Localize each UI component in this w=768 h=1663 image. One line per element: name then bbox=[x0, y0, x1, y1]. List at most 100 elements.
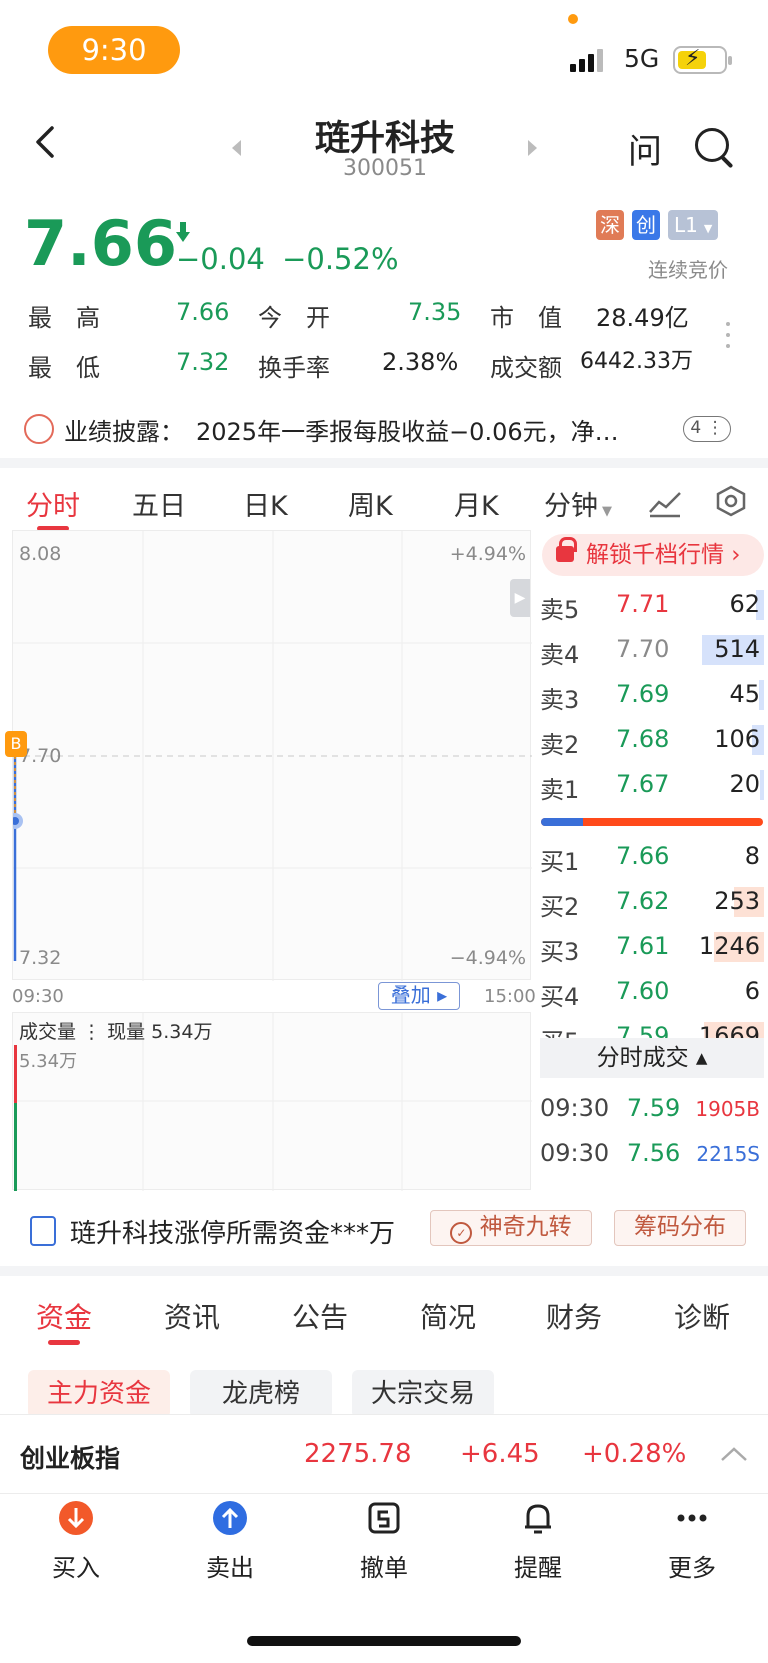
prev-stock-icon[interactable] bbox=[232, 140, 241, 156]
collapse-panel-icon[interactable]: ▶ bbox=[510, 579, 530, 617]
tab-daily-k[interactable]: 日K bbox=[243, 484, 288, 523]
notice-count[interactable]: 4 ⋮ bbox=[683, 416, 731, 442]
buy-icon bbox=[59, 1501, 93, 1535]
volume-title: 成交量 ⋮ 现量 5.34万 bbox=[19, 1021, 213, 1043]
board-badge: 创 bbox=[632, 210, 660, 240]
volume-chart[interactable]: 成交量 ⋮ 现量 5.34万 5.34万 bbox=[12, 1012, 532, 1191]
sell-button[interactable]: 卖出 bbox=[180, 1500, 280, 1583]
pct-axis-high: +4.94% bbox=[449, 543, 526, 565]
bid-row[interactable]: 买5 7.59 1669 bbox=[540, 1018, 764, 1038]
index-value: 2275.78 bbox=[304, 1439, 412, 1469]
tab-funds[interactable]: 资金 bbox=[36, 1296, 92, 1336]
status-time: 9:30 bbox=[48, 26, 180, 74]
ask-row[interactable]: 卖4 7.70 514 bbox=[540, 631, 764, 671]
tab-five-day[interactable]: 五日 bbox=[132, 484, 186, 523]
chart-style-icon[interactable] bbox=[648, 488, 682, 518]
chip-distribution-button[interactable]: 筹码分布 bbox=[614, 1210, 746, 1246]
y-axis-low: 7.32 bbox=[19, 947, 62, 969]
ask-row[interactable]: 卖3 7.69 45 bbox=[540, 676, 764, 716]
battery-icon: ⚡ bbox=[673, 46, 732, 74]
limit-up-capital-text[interactable]: 琏升科技涨停所需资金***万 bbox=[70, 1213, 395, 1250]
magic-nine-button[interactable]: ✓ 神奇九转 bbox=[430, 1210, 592, 1246]
bottom-tab-underline bbox=[48, 1340, 80, 1345]
buy-button[interactable]: 买入 bbox=[26, 1500, 126, 1583]
chip-dragon-tiger[interactable]: 龙虎榜 bbox=[190, 1370, 332, 1418]
next-stock-icon[interactable] bbox=[528, 140, 537, 156]
high-label: 最 高 bbox=[28, 304, 100, 332]
sell-icon bbox=[213, 1501, 247, 1535]
tab-weekly-k[interactable]: 周K bbox=[348, 484, 393, 523]
y-axis-high: 8.08 bbox=[19, 543, 62, 565]
bid-row[interactable]: 买3 7.61 1246 bbox=[540, 928, 764, 968]
ask-row[interactable]: 卖5 7.71 62 bbox=[540, 586, 764, 626]
open-value: 7.35 bbox=[408, 298, 462, 326]
cancel-order-button[interactable]: 撤单 bbox=[334, 1500, 434, 1583]
price-change: −0.04 −0.52% bbox=[176, 242, 399, 276]
tab-finance[interactable]: 财务 bbox=[546, 1296, 602, 1336]
home-indicator[interactable] bbox=[247, 1636, 521, 1646]
market-cap-value: 28.49亿 bbox=[596, 304, 689, 332]
signal-icon bbox=[570, 44, 603, 72]
overlay-button[interactable]: 叠加 ▸ bbox=[378, 982, 460, 1010]
settings-icon[interactable] bbox=[714, 484, 748, 518]
open-label: 今 开 bbox=[258, 304, 330, 332]
bid-row-clipped[interactable]: 买5 7.59 1669 bbox=[540, 1018, 764, 1038]
alert-button[interactable]: 提醒 bbox=[488, 1500, 588, 1583]
chip-block-trade[interactable]: 大宗交易 bbox=[352, 1370, 494, 1418]
search-icon[interactable] bbox=[695, 128, 729, 162]
divider bbox=[0, 458, 768, 468]
high-value: 7.66 bbox=[176, 298, 230, 326]
lock-icon bbox=[556, 537, 577, 562]
low-value: 7.32 bbox=[176, 348, 230, 376]
tab-profile[interactable]: 简况 bbox=[420, 1296, 476, 1336]
more-stats-icon[interactable] bbox=[726, 322, 730, 355]
turnover-value: 2.38% bbox=[382, 348, 459, 376]
trade-row: 09:30 7.56 2215S bbox=[540, 1139, 760, 1167]
cancel-order-icon bbox=[368, 1502, 400, 1534]
ask-button[interactable]: 问 bbox=[628, 124, 662, 173]
back-icon[interactable] bbox=[32, 122, 60, 173]
stock-code: 300051 bbox=[343, 156, 427, 181]
notice-text[interactable]: 2025年一季报每股收益−0.06元，净… bbox=[196, 412, 656, 447]
x-axis-end: 15:00 bbox=[484, 986, 536, 1007]
turnover-label: 换手率 bbox=[258, 354, 330, 382]
bid-row[interactable]: 买1 7.66 8 bbox=[540, 838, 764, 878]
chip-main-funds[interactable]: 主力资金 bbox=[28, 1370, 170, 1418]
notice-icon bbox=[24, 414, 54, 444]
divider bbox=[0, 1266, 768, 1276]
tab-announcements[interactable]: 公告 bbox=[292, 1296, 348, 1336]
bid-row[interactable]: 买4 7.60 6 bbox=[540, 973, 764, 1013]
amount-value: 6442.33万 bbox=[580, 349, 693, 374]
tab-minute[interactable]: 分钟 ▼ bbox=[544, 484, 612, 523]
index-ticker-bar[interactable]: 创业板指 2275.78 +6.45 +0.28% bbox=[0, 1414, 768, 1494]
tab-monthly-k[interactable]: 月K bbox=[454, 484, 499, 523]
stock-name: 琏升科技 bbox=[314, 119, 455, 159]
market-badge: 深 bbox=[596, 210, 624, 240]
index-name: 创业板指 bbox=[20, 1444, 121, 1473]
buy-marker[interactable]: B bbox=[5, 731, 27, 757]
bid-row[interactable]: 买2 7.62 253 bbox=[540, 883, 764, 923]
tab-news[interactable]: 资讯 bbox=[164, 1296, 220, 1336]
buy-sell-ratio-bar bbox=[541, 818, 763, 826]
intraday-chart[interactable]: 8.08 +4.94% 7.70 7.32 −4.94% B ▶ bbox=[5, 530, 532, 981]
tab-intraday[interactable]: 分时 bbox=[26, 484, 80, 523]
current-price: 7.66 bbox=[24, 207, 177, 280]
x-axis-start: 09:30 bbox=[12, 986, 64, 1007]
bell-icon bbox=[525, 1504, 551, 1534]
ask-row[interactable]: 卖2 7.68 106 bbox=[540, 721, 764, 761]
trading-status: 连续竞价 bbox=[648, 258, 728, 282]
more-button[interactable]: 更多 bbox=[642, 1500, 742, 1583]
low-label: 最 低 bbox=[28, 354, 100, 382]
document-icon bbox=[30, 1216, 56, 1246]
unlock-depth-button[interactable]: 解锁千档行情 › bbox=[542, 534, 764, 576]
change-percent: −0.52% bbox=[282, 242, 399, 276]
change-value: −0.04 bbox=[176, 242, 265, 276]
level-badge[interactable]: L1 ▼ bbox=[668, 210, 718, 240]
volume-max-label: 5.34万 bbox=[19, 1051, 78, 1072]
tab-diagnosis[interactable]: 诊断 bbox=[674, 1296, 730, 1336]
ask-row[interactable]: 卖1 7.67 20 bbox=[540, 766, 764, 806]
market-cap-label: 市 值 bbox=[490, 304, 562, 332]
chevron-up-icon[interactable] bbox=[720, 1445, 748, 1463]
network-label: 5G bbox=[624, 44, 660, 73]
trades-header[interactable]: 分时成交 ▴ bbox=[540, 1038, 764, 1078]
